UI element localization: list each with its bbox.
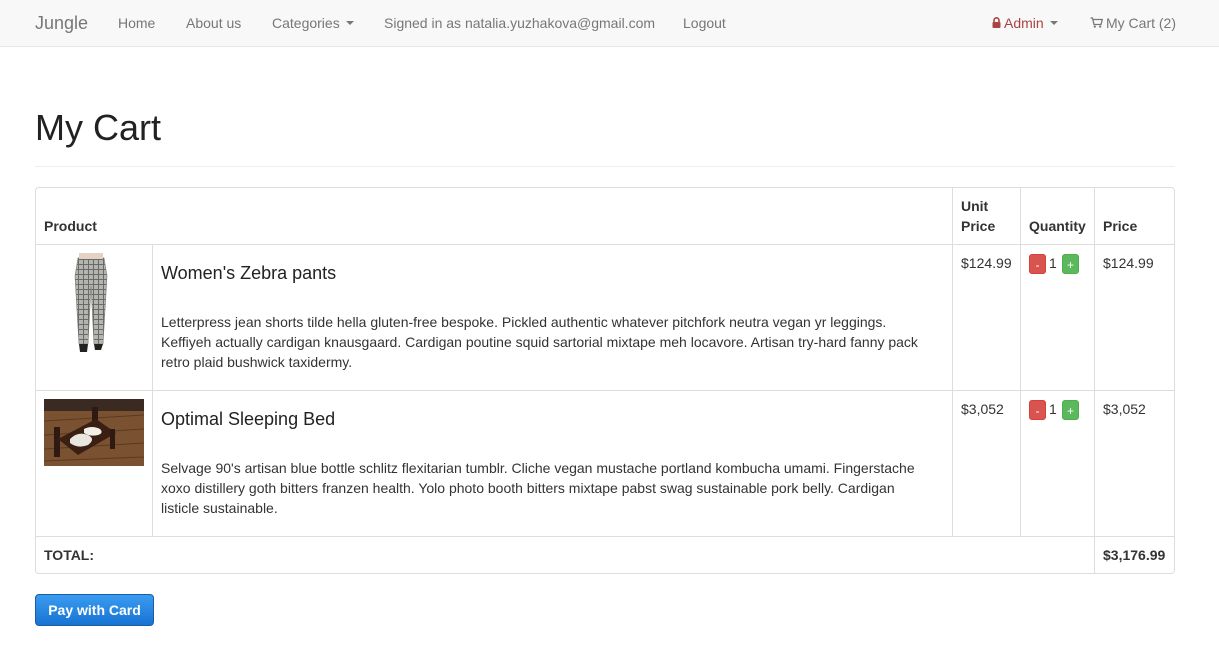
table-divider [1094, 188, 1095, 573]
header-price: Price [1103, 218, 1138, 234]
my-cart-link[interactable]: My Cart (2) [1090, 0, 1176, 47]
product-description: Selvage 90's artisan blue bottle schlitz… [161, 460, 915, 516]
signed-in-text: Signed in as natalia.yuzhakova@gmail.com [384, 15, 656, 31]
unit-price: $3,052 [961, 401, 1004, 417]
brand-link[interactable]: Jungle [35, 0, 88, 47]
table-divider [952, 188, 953, 536]
nav-categories-dropdown[interactable]: Categories [272, 0, 354, 47]
product-name[interactable]: Women's Zebra pants [161, 262, 336, 284]
total-label: TOTAL: [44, 547, 95, 563]
pay-with-card-button[interactable]: Pay with Card [35, 594, 154, 626]
caret-down-icon [345, 21, 354, 26]
row-price: $3,052 [1103, 401, 1146, 417]
table-divider [152, 244, 153, 536]
header-quantity: Quantity [1029, 218, 1086, 234]
shopping-cart-icon [1090, 17, 1103, 28]
total-value: $3,176.99 [1103, 547, 1166, 563]
header-unit-price-line2: Price [961, 218, 996, 234]
quantity-value: 1 [1049, 401, 1057, 417]
admin-dropdown[interactable]: Admin [992, 0, 1058, 47]
header-unit-price: Unit Price [961, 196, 995, 236]
my-cart-label: My Cart (2) [1106, 15, 1176, 31]
decrease-quantity-button[interactable]: - [1029, 254, 1046, 274]
nav-logout-link[interactable]: Logout [683, 0, 726, 47]
increase-quantity-button[interactable]: + [1062, 254, 1079, 274]
product-image-zebra-pants[interactable] [66, 252, 116, 354]
product-description: Letterpress jean shorts tilde hella glut… [161, 314, 918, 370]
navbar: Jungle Home About us Categories Signed i… [0, 0, 1219, 47]
admin-label: Admin [1004, 15, 1044, 31]
table-divider [1020, 188, 1021, 536]
table-divider [36, 536, 1174, 537]
decrease-quantity-button[interactable]: - [1029, 400, 1046, 420]
row-price: $124.99 [1103, 255, 1154, 271]
lock-icon [992, 17, 1001, 29]
title-divider [35, 166, 1175, 167]
nav-home-link[interactable]: Home [118, 0, 155, 47]
page-title: My Cart [35, 107, 161, 148]
header-unit-price-line1: Unit [961, 198, 989, 214]
unit-price: $124.99 [961, 255, 1012, 271]
nav-about-link[interactable]: About us [186, 0, 241, 47]
table-divider [36, 390, 1174, 391]
increase-quantity-button[interactable]: + [1062, 400, 1079, 420]
table-divider [36, 244, 1174, 245]
caret-down-icon [1049, 21, 1058, 26]
cart-table: Product Unit Price Quantity Price Women'… [35, 187, 1175, 574]
categories-label: Categories [272, 15, 340, 31]
product-name[interactable]: Optimal Sleeping Bed [161, 408, 335, 430]
product-image-sleeping-bed[interactable] [44, 399, 144, 466]
header-product: Product [44, 218, 97, 234]
quantity-value: 1 [1049, 255, 1057, 271]
